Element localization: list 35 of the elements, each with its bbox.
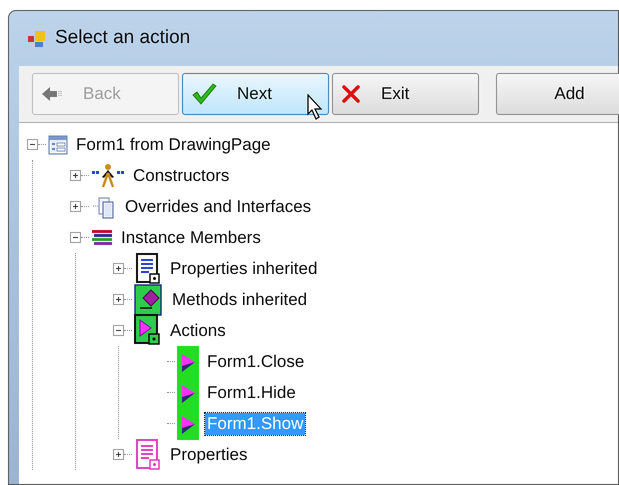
- expand-toggle[interactable]: [113, 263, 124, 274]
- play-icon: [177, 408, 199, 440]
- tree-item[interactable]: Form1.Close: [205, 350, 306, 372]
- window-title: Select an action: [55, 26, 190, 50]
- close-icon: [341, 84, 361, 104]
- form-icon: [48, 134, 68, 154]
- collapse-toggle[interactable]: [70, 232, 81, 243]
- tree-item[interactable]: Properties: [168, 444, 250, 466]
- worker-icon: [91, 162, 125, 188]
- collapse-toggle[interactable]: [113, 325, 124, 336]
- arrow-left-icon: [41, 85, 63, 103]
- tree-item[interactable]: Form1 from DrawingPage: [74, 134, 273, 156]
- document-icon: [134, 252, 162, 284]
- tree-item[interactable]: Overrides and Interfaces: [123, 196, 314, 218]
- app-icon: [27, 30, 47, 48]
- stacked-bars-icon: [91, 228, 113, 246]
- tree-item[interactable]: Properties inherited: [168, 258, 320, 280]
- diamond-document-icon: [134, 284, 164, 316]
- expand-toggle[interactable]: [70, 170, 81, 181]
- tree-item[interactable]: Form1.Hide: [205, 382, 298, 404]
- expand-toggle[interactable]: [70, 201, 81, 212]
- expand-toggle[interactable]: [113, 294, 124, 305]
- collapse-toggle[interactable]: [27, 139, 38, 150]
- document-icon: [134, 438, 162, 470]
- tree-item[interactable]: Methods inherited: [170, 288, 310, 310]
- add-button[interactable]: Add: [496, 73, 619, 115]
- tree-item[interactable]: Actions: [168, 320, 228, 342]
- tree-item[interactable]: Instance Members: [119, 226, 263, 248]
- checkmark-icon: [191, 82, 217, 106]
- exit-button[interactable]: Exit: [332, 73, 479, 115]
- play-icon: [177, 346, 199, 378]
- next-button[interactable]: Next: [182, 73, 329, 115]
- tree-item[interactable]: Constructors: [131, 164, 232, 186]
- expand-toggle[interactable]: [113, 449, 124, 460]
- mouse-cursor-icon: [307, 94, 323, 120]
